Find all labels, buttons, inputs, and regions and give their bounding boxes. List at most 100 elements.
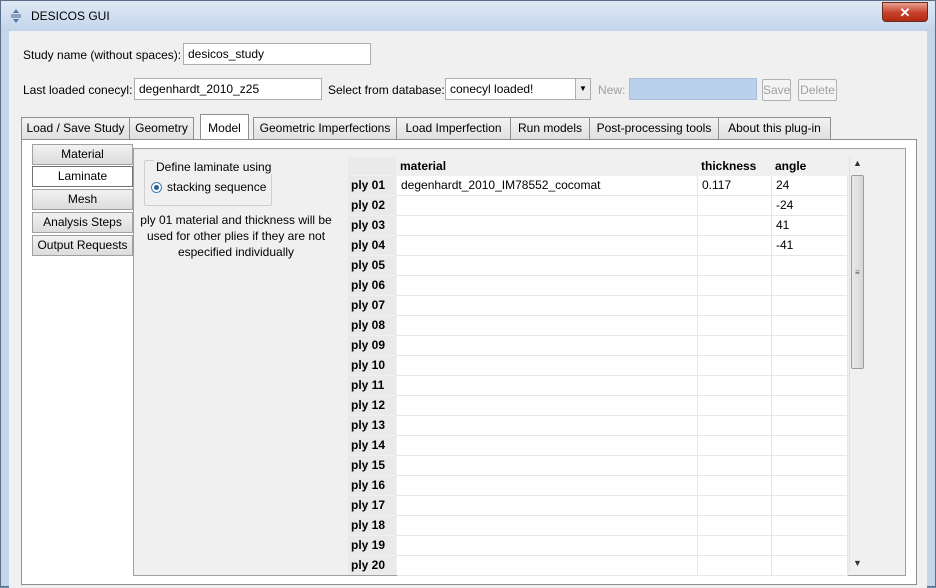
- angle-cell[interactable]: -24: [772, 196, 848, 216]
- ply-row-label: ply 16: [348, 476, 396, 495]
- material-cell[interactable]: [397, 536, 698, 556]
- material-cell[interactable]: [397, 296, 698, 316]
- scroll-down-icon[interactable]: ▼: [853, 558, 862, 568]
- stacking-sequence-label: stacking sequence: [167, 180, 267, 194]
- thickness-cell[interactable]: [698, 496, 772, 516]
- ply-row-label: ply 12: [348, 396, 396, 415]
- study-name-label: Study name (without spaces):: [23, 48, 182, 62]
- angle-cell[interactable]: [772, 376, 848, 396]
- angle-cell[interactable]: [772, 276, 848, 296]
- database-select-value: conecyl loaded!: [450, 82, 534, 96]
- angle-cell[interactable]: [772, 536, 848, 556]
- thickness-cell[interactable]: [698, 216, 772, 236]
- ply-row-label: ply 17: [348, 496, 396, 515]
- ply-row-label: ply 10: [348, 356, 396, 375]
- thickness-cell[interactable]: [698, 416, 772, 436]
- side-tab-analysis-steps[interactable]: Analysis Steps: [32, 212, 133, 233]
- tab-run-models[interactable]: Run models: [510, 117, 590, 139]
- title-bar[interactable]: DESICOS GUI ✕: [1, 1, 935, 31]
- material-cell[interactable]: [397, 396, 698, 416]
- thickness-cell[interactable]: [698, 456, 772, 476]
- material-cell[interactable]: [397, 416, 698, 436]
- material-cell[interactable]: [397, 236, 698, 256]
- material-cell[interactable]: [397, 196, 698, 216]
- tab-about-plugin[interactable]: About this plug-in: [718, 117, 831, 139]
- thickness-cell[interactable]: [698, 296, 772, 316]
- close-button[interactable]: ✕: [882, 2, 928, 22]
- delete-button[interactable]: Delete: [798, 79, 837, 101]
- scroll-up-icon[interactable]: ▲: [853, 158, 862, 168]
- thickness-cell[interactable]: [698, 556, 772, 576]
- new-conecyl-input[interactable]: [629, 78, 757, 100]
- angle-cell[interactable]: [772, 456, 848, 476]
- table-scrollbar[interactable]: ▲ ≡ ▼: [849, 157, 866, 572]
- tab-post-processing-tools[interactable]: Post-processing tools: [589, 117, 719, 139]
- tab-load-imperfection[interactable]: Load Imperfection: [396, 117, 511, 139]
- select-database-label: Select from database:: [328, 83, 445, 97]
- last-conecyl-input[interactable]: degenhardt_2010_z25: [134, 78, 322, 100]
- material-cell[interactable]: [397, 276, 698, 296]
- thickness-cell[interactable]: [698, 276, 772, 296]
- header-angle: angle: [775, 159, 807, 173]
- material-cell[interactable]: [397, 316, 698, 336]
- thickness-cell[interactable]: [698, 536, 772, 556]
- study-name-input[interactable]: desicos_study: [183, 43, 371, 65]
- save-button[interactable]: Save: [762, 79, 791, 101]
- tab-load-save-study[interactable]: Load / Save Study: [21, 117, 130, 139]
- angle-cell[interactable]: 41: [772, 216, 848, 236]
- angle-cell[interactable]: [772, 516, 848, 536]
- thickness-cell[interactable]: [698, 436, 772, 456]
- side-tab-laminate[interactable]: Laminate: [32, 166, 133, 187]
- material-cell[interactable]: [397, 336, 698, 356]
- side-tab-mesh[interactable]: Mesh: [32, 189, 133, 210]
- material-cell[interactable]: [397, 216, 698, 236]
- ply-row-label: ply 20: [348, 556, 396, 575]
- stacking-sequence-radio[interactable]: [151, 182, 162, 193]
- material-cell[interactable]: degenhardt_2010_IM78552_cocomat: [397, 176, 698, 196]
- angle-cell[interactable]: -41: [772, 236, 848, 256]
- chevron-down-icon[interactable]: ▼: [575, 79, 590, 99]
- tab-geometry[interactable]: Geometry: [129, 117, 194, 139]
- angle-cell[interactable]: [772, 556, 848, 576]
- thickness-cell[interactable]: [698, 356, 772, 376]
- thickness-cell[interactable]: 0.117: [698, 176, 772, 196]
- material-cell[interactable]: [397, 516, 698, 536]
- thickness-cell[interactable]: [698, 196, 772, 216]
- note-line-1: ply 01 material and thickness will be: [140, 213, 332, 227]
- thickness-cell[interactable]: [698, 376, 772, 396]
- thickness-cell[interactable]: [698, 516, 772, 536]
- angle-cell[interactable]: [772, 396, 848, 416]
- angle-cell[interactable]: [772, 356, 848, 376]
- thickness-cell[interactable]: [698, 256, 772, 276]
- material-cell[interactable]: [397, 476, 698, 496]
- thickness-cell[interactable]: [698, 316, 772, 336]
- model-panel: Material Laminate Mesh Analysis Steps Ou…: [21, 139, 917, 585]
- angle-cell[interactable]: [772, 436, 848, 456]
- angle-cell[interactable]: [772, 316, 848, 336]
- angle-cell[interactable]: [772, 336, 848, 356]
- thickness-cell[interactable]: [698, 476, 772, 496]
- angle-cell[interactable]: [772, 296, 848, 316]
- angle-cell[interactable]: [772, 476, 848, 496]
- side-tab-material[interactable]: Material: [32, 144, 133, 165]
- material-cell[interactable]: [397, 356, 698, 376]
- database-select[interactable]: conecyl loaded! ▼: [445, 78, 591, 100]
- tab-model[interactable]: Model: [200, 114, 249, 140]
- material-cell[interactable]: [397, 376, 698, 396]
- material-cell[interactable]: [397, 456, 698, 476]
- angle-cell[interactable]: [772, 256, 848, 276]
- side-tab-output-requests[interactable]: Output Requests: [32, 235, 133, 256]
- scroll-thumb[interactable]: ≡: [851, 175, 864, 369]
- angle-cell[interactable]: [772, 496, 848, 516]
- thickness-cell[interactable]: [698, 236, 772, 256]
- material-cell[interactable]: [397, 256, 698, 276]
- thickness-cell[interactable]: [698, 396, 772, 416]
- material-cell[interactable]: [397, 436, 698, 456]
- tab-geometric-imperfections[interactable]: Geometric Imperfections: [253, 117, 397, 139]
- angle-cell[interactable]: 24: [772, 176, 848, 196]
- ply-row-label: ply 08: [348, 316, 396, 335]
- thickness-cell[interactable]: [698, 336, 772, 356]
- material-cell[interactable]: [397, 496, 698, 516]
- angle-cell[interactable]: [772, 416, 848, 436]
- material-cell[interactable]: [397, 556, 698, 576]
